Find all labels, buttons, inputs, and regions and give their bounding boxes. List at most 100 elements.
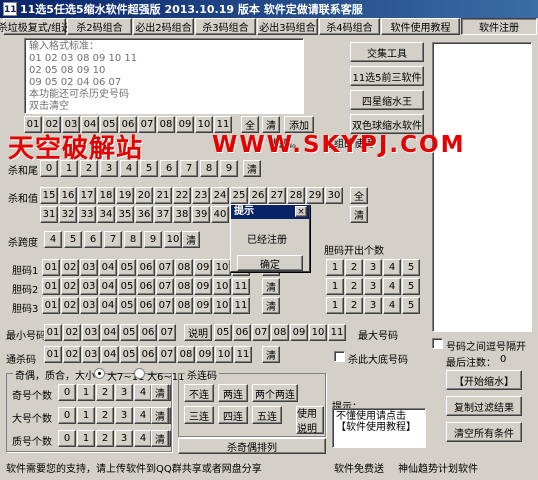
tong-num-06[interactable]: 06 — [139, 346, 157, 363]
sum-num-25[interactable]: 25 — [230, 187, 248, 204]
side-button-1[interactable]: 11选5前三软件 — [350, 66, 424, 86]
sum-num-31[interactable]: 31 — [40, 206, 58, 223]
sum-all-button[interactable]: 全 — [350, 187, 368, 204]
sum-num-27[interactable]: 27 — [268, 187, 286, 204]
tong-num-09[interactable]: 09 — [196, 346, 214, 363]
span-num-7[interactable]: 7 — [104, 231, 122, 248]
min-num-06[interactable]: 06 — [139, 324, 157, 341]
span-clear-button[interactable]: 清 — [182, 231, 200, 248]
dan1-num-11[interactable]: 11 — [232, 278, 250, 295]
dan2-num-08[interactable]: 08 — [175, 297, 193, 314]
dan0-num-07[interactable]: 07 — [156, 259, 174, 276]
dan2-num-03[interactable]: 03 — [80, 297, 98, 314]
dan2-count-2[interactable]: 2 — [345, 297, 363, 314]
dan1-num-02[interactable]: 02 — [61, 278, 79, 295]
tong-num-01[interactable]: 01 — [44, 346, 62, 363]
sum-num-29[interactable]: 29 — [306, 187, 324, 204]
dan1-num-01[interactable]: 01 — [42, 278, 60, 295]
tong-num-10[interactable]: 10 — [215, 346, 233, 363]
dan2-count-5[interactable]: 5 — [402, 297, 420, 314]
max-num-07[interactable]: 07 — [252, 324, 270, 341]
pick-all-button[interactable]: 全 — [241, 116, 259, 133]
dan2-clear[interactable]: 清 — [262, 297, 280, 314]
comma-separate-checkbox[interactable] — [432, 338, 443, 349]
min-num-04[interactable]: 04 — [101, 324, 119, 341]
dan0-count-1[interactable]: 1 — [326, 259, 344, 276]
dan0-num-02[interactable]: 02 — [61, 259, 79, 276]
sum-num-40[interactable]: 40 — [211, 206, 229, 223]
tail-num-7[interactable]: 7 — [180, 160, 198, 177]
dan1-num-10[interactable]: 10 — [213, 278, 231, 295]
tab-2[interactable]: 必出2码组合 — [133, 18, 194, 35]
sum-clear-button[interactable]: 清 — [350, 206, 368, 223]
min-num-01[interactable]: 01 — [44, 324, 62, 341]
sum-num-22[interactable]: 22 — [173, 187, 191, 204]
dan1-num-08[interactable]: 08 — [175, 278, 193, 295]
dan0-num-10[interactable]: 10 — [213, 259, 231, 276]
span-num-6[interactable]: 6 — [84, 231, 102, 248]
pick-num-09[interactable]: 09 — [176, 116, 194, 133]
tail-num-9[interactable]: 9 — [220, 160, 238, 177]
sum-num-28[interactable]: 28 — [287, 187, 305, 204]
max-num-05[interactable]: 05 — [214, 324, 232, 341]
dialog-ok-button[interactable]: 确定 — [237, 255, 303, 271]
sum-num-16[interactable]: 16 — [59, 187, 77, 204]
dan1-num-05[interactable]: 05 — [118, 278, 136, 295]
dan2-count-3[interactable]: 3 — [364, 297, 382, 314]
tail-num-6[interactable]: 6 — [160, 160, 178, 177]
start-button[interactable]: 【开始缩水】 — [446, 370, 522, 390]
span-num-9[interactable]: 9 — [144, 231, 162, 248]
sum-num-18[interactable]: 18 — [97, 187, 115, 204]
dan1-clear[interactable]: 清 — [262, 278, 280, 295]
dan2-count-1[interactable]: 1 — [326, 297, 344, 314]
dan0-num-04[interactable]: 04 — [99, 259, 117, 276]
sum-num-35[interactable]: 35 — [116, 206, 134, 223]
dan2-num-11[interactable]: 11 — [232, 297, 250, 314]
span-num-8[interactable]: 8 — [124, 231, 142, 248]
dan2-num-04[interactable]: 04 — [99, 297, 117, 314]
tong-num-03[interactable]: 03 — [82, 346, 100, 363]
dan1-count-3[interactable]: 3 — [364, 278, 382, 295]
dan0-num-05[interactable]: 05 — [118, 259, 136, 276]
min-num-05[interactable]: 05 — [120, 324, 138, 341]
sum-num-20[interactable]: 20 — [135, 187, 153, 204]
span-num-4[interactable]: 4 — [44, 231, 62, 248]
dan0-count-3[interactable]: 3 — [364, 259, 382, 276]
span-num-5[interactable]: 5 — [64, 231, 82, 248]
max-num-08[interactable]: 08 — [271, 324, 289, 341]
dan0-num-01[interactable]: 01 — [42, 259, 60, 276]
dan0-count-2[interactable]: 2 — [345, 259, 363, 276]
clear-all-button[interactable]: 清空所有条件 — [446, 422, 522, 442]
sum-num-39[interactable]: 39 — [192, 206, 210, 223]
side-button-3[interactable]: 双色球缩水软件 — [350, 114, 424, 134]
tab-0[interactable]: 杀垃极复式/组选 — [0, 18, 71, 35]
input-memo[interactable]: 输入格式标准： 01 02 03 08 09 10 11 02 05 08 09… — [24, 38, 304, 114]
tab-7[interactable]: 软件注册 — [461, 18, 537, 35]
dan0-num-09[interactable]: 09 — [194, 259, 212, 276]
max-num-11[interactable]: 11 — [328, 324, 346, 341]
tab-6[interactable]: 软件使用教程 — [381, 18, 460, 35]
tong-num-07[interactable]: 07 — [158, 346, 176, 363]
side-button-2[interactable]: 四星缩水王 — [350, 90, 424, 110]
max-num-09[interactable]: 09 — [290, 324, 308, 341]
radio-big-7[interactable] — [94, 368, 105, 379]
result-list[interactable] — [432, 42, 532, 332]
dan2-num-01[interactable]: 01 — [42, 297, 60, 314]
span-num-10[interactable]: 10 — [164, 231, 182, 248]
radio-big-6[interactable] — [134, 368, 145, 379]
tail-num-8[interactable]: 8 — [200, 160, 218, 177]
dan2-num-02[interactable]: 02 — [61, 297, 79, 314]
sum-num-33[interactable]: 33 — [78, 206, 96, 223]
sum-num-37[interactable]: 37 — [154, 206, 172, 223]
tab-3[interactable]: 杀3码组合 — [195, 18, 256, 35]
sum-num-24[interactable]: 24 — [211, 187, 229, 204]
tong-clear-button[interactable]: 清 — [262, 346, 280, 363]
kill-parity-button[interactable]: 杀奇偶排列 — [178, 438, 326, 454]
dan1-num-04[interactable]: 04 — [99, 278, 117, 295]
max-num-06[interactable]: 06 — [233, 324, 251, 341]
dan0-count-4[interactable]: 4 — [383, 259, 401, 276]
dan1-count-1[interactable]: 1 — [326, 278, 344, 295]
sum-num-17[interactable]: 17 — [78, 187, 96, 204]
dan2-count-4[interactable]: 4 — [383, 297, 401, 314]
sum-num-19[interactable]: 19 — [116, 187, 134, 204]
